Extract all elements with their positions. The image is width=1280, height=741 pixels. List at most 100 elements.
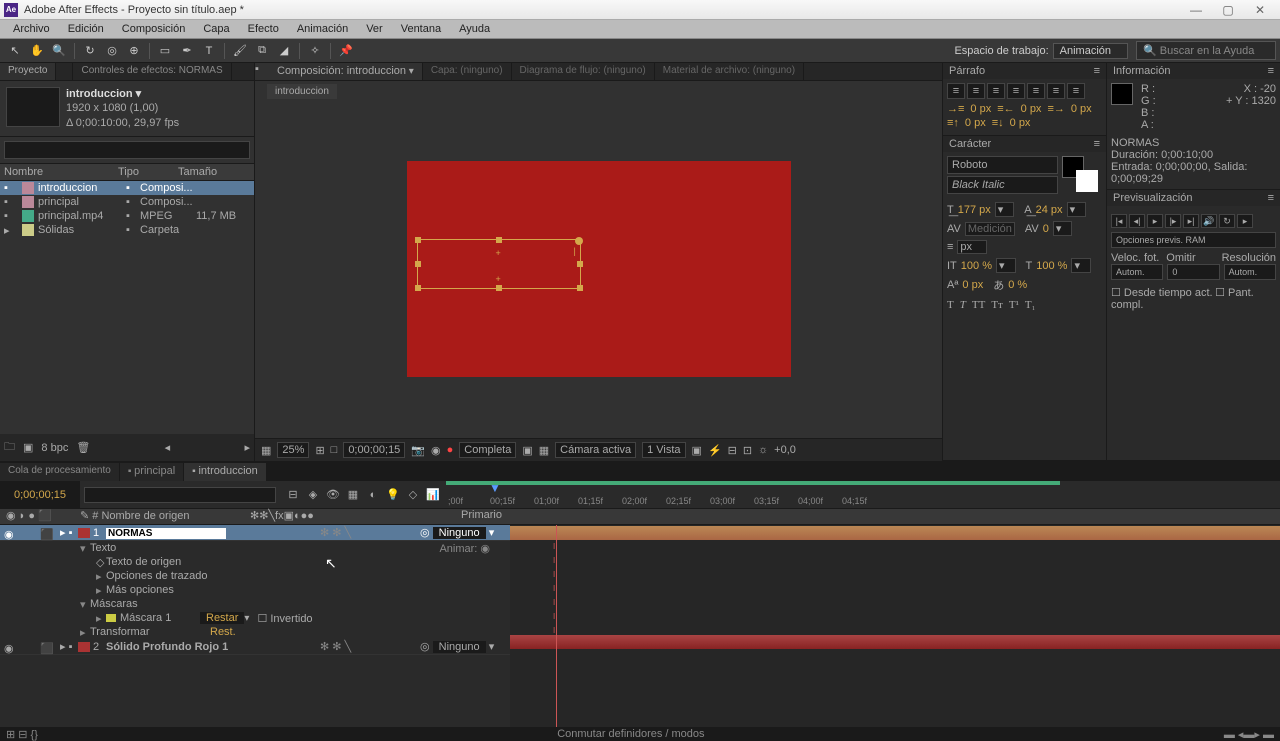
loop-button[interactable]: ↻ <box>1219 214 1235 228</box>
time-ruler[interactable]: ;00f 00;15f 01;00f 01;15f 02;00f 02;15f … <box>446 481 1280 508</box>
ram-options[interactable]: Opciones previs. RAM <box>1111 232 1276 248</box>
layer-name-input[interactable] <box>106 528 226 539</box>
font-style-dropdown[interactable]: Black Italic <box>947 176 1058 194</box>
bpc-button[interactable]: 8 bpc <box>41 442 68 454</box>
res-dropdown[interactable]: Autom. <box>1224 264 1276 280</box>
parrafo-header[interactable]: Párrafo <box>949 65 985 77</box>
menu-ventana[interactable]: Ventana <box>392 21 450 37</box>
res-icon[interactable]: ⊞ <box>315 444 324 457</box>
comp-tab-flowchart[interactable]: Diagrama de flujo: (ninguno) <box>512 63 655 80</box>
all-caps[interactable]: TT <box>972 299 985 311</box>
graph-editor-button[interactable]: 📊 <box>424 486 442 504</box>
prop-masks[interactable]: Máscaras <box>90 598 510 610</box>
prop-path-options[interactable]: Opciones de trazado <box>106 570 510 582</box>
rotation-tool[interactable]: ↻ <box>80 41 100 61</box>
comp-mini-button[interactable]: ⊟ <box>284 486 302 504</box>
info-header[interactable]: Información <box>1113 65 1170 77</box>
timeline-tab-principal[interactable]: ▪ principal <box>120 463 184 481</box>
indent-left[interactable]: 0 px <box>970 103 991 115</box>
panel-menu-icon[interactable]: ≡ <box>1094 138 1100 150</box>
font-size[interactable]: 177 px <box>958 204 991 216</box>
audio-button[interactable]: 🔊 <box>1201 214 1217 228</box>
baseline[interactable]: 0 px <box>962 279 983 291</box>
canvas[interactable]: + + | <box>407 161 791 377</box>
preview-header[interactable]: Previsualización <box>1113 192 1192 204</box>
last-frame-button[interactable]: ▸| <box>1183 214 1199 228</box>
effect-controls-tab[interactable]: Controles de efectos: NORMAS <box>73 63 231 80</box>
tracking[interactable]: 0 <box>1043 223 1049 235</box>
channel-icon[interactable]: ● <box>447 444 454 456</box>
pen-tool[interactable]: ✒ <box>177 41 197 61</box>
playhead[interactable] <box>492 481 502 508</box>
indent-first[interactable]: 0 px <box>1071 103 1092 115</box>
leading[interactable]: 24 px <box>1036 204 1063 216</box>
eraser-tool[interactable]: ◢ <box>274 41 294 61</box>
comp-breadcrumb[interactable]: introduccion <box>267 84 337 99</box>
parent-header[interactable]: Primario <box>350 509 510 524</box>
prop-source-text[interactable]: Texto de origen <box>106 556 510 568</box>
comp-tab-active[interactable]: Composición: introduccion ▾ <box>269 63 423 80</box>
parent-dropdown[interactable]: Ninguno <box>433 527 486 539</box>
transparency-icon[interactable]: ▦ <box>539 444 549 457</box>
prop-texto[interactable]: Texto <box>90 542 439 554</box>
justify-all-button[interactable]: ≡ <box>1067 83 1085 99</box>
interpret-button[interactable]: 🗀 <box>4 438 15 457</box>
space-after[interactable]: 0 px <box>1010 117 1031 129</box>
layer-bar[interactable] <box>510 526 1280 540</box>
align-right-button[interactable]: ≡ <box>987 83 1005 99</box>
zoom-tool[interactable]: 🔍 <box>49 41 69 61</box>
stroke-swatch[interactable] <box>1076 170 1098 192</box>
project-search[interactable] <box>4 141 250 159</box>
timeline-search[interactable] <box>84 487 276 503</box>
motion-blur-button[interactable]: ◐ <box>364 486 382 504</box>
menu-animacion[interactable]: Animación <box>288 21 357 37</box>
small-caps[interactable]: Tᴛ <box>991 299 1003 311</box>
comp-tab-layer[interactable]: Capa: (ninguno) <box>423 63 512 80</box>
project-list[interactable]: ▪ introduccion▪ Composi... ▪ principal▪ … <box>0 181 254 434</box>
mask-mode-dropdown[interactable]: Restar <box>200 612 244 624</box>
timeline-tab-introduccion[interactable]: ▪ introduccion <box>184 463 267 481</box>
prev-frame-button[interactable]: ◂| <box>1129 214 1145 228</box>
prop-transform[interactable]: Transformar <box>90 626 210 638</box>
brush-tool[interactable]: 🖌 <box>230 41 250 61</box>
source-name-header[interactable]: Nombre de origen <box>101 510 189 522</box>
justify-left-button[interactable]: ≡ <box>1007 83 1025 99</box>
col-type[interactable]: Tipo <box>118 166 178 178</box>
prop-more-options[interactable]: Más opciones <box>106 584 510 596</box>
project-tab-blank[interactable] <box>56 63 73 80</box>
frame-blend-button[interactable]: ▦ <box>344 486 362 504</box>
help-search[interactable]: 🔍 Buscar en la Ayuda <box>1136 41 1276 60</box>
indent-right[interactable]: 0 px <box>1021 103 1042 115</box>
menu-capa[interactable]: Capa <box>194 21 238 37</box>
layer-outline[interactable]: ◉⬛ ▸ ▪ 1 ✻ ✻ ╲ ◎ Ninguno ▾ ▾TextoAnimar:… <box>0 525 510 727</box>
menu-ver[interactable]: Ver <box>357 21 392 37</box>
render-queue-tab[interactable]: Cola de procesamiento <box>0 463 120 481</box>
minimize-button[interactable]: — <box>1180 1 1212 19</box>
col-size[interactable]: Tamaño <box>178 166 217 178</box>
exposure-icon[interactable]: ☼ <box>758 444 768 456</box>
justify-center-button[interactable]: ≡ <box>1027 83 1045 99</box>
align-center-button[interactable]: ≡ <box>967 83 985 99</box>
exposure-value[interactable]: +0,0 <box>774 444 796 456</box>
selection-tool[interactable]: ↖ <box>5 41 25 61</box>
caracter-header[interactable]: Carácter <box>949 138 991 150</box>
layer-bar[interactable] <box>510 635 1280 649</box>
timeline-icon[interactable]: ⊟ <box>728 444 737 457</box>
superscript[interactable]: T¹ <box>1009 299 1019 311</box>
ram-preview-button[interactable]: ▸ <box>1237 214 1253 228</box>
play-button[interactable]: ▸ <box>1147 214 1163 228</box>
project-tab[interactable]: Proyecto <box>0 63 56 80</box>
font-dropdown[interactable]: Roboto <box>947 156 1058 174</box>
faux-bold[interactable]: T <box>947 299 954 311</box>
project-item[interactable]: ▪ principal.mp4▪ MPEG11,7 MB <box>0 209 254 223</box>
viewport[interactable]: + + | <box>255 99 942 438</box>
justify-right-button[interactable]: ≡ <box>1047 83 1065 99</box>
pixel-icon[interactable]: ▣ <box>692 444 702 457</box>
menu-archivo[interactable]: Archivo <box>4 21 59 37</box>
project-item[interactable]: ▪ principal▪ Composi... <box>0 195 254 209</box>
kerning-dropdown[interactable]: Medición <box>965 222 1015 236</box>
text-tool[interactable]: T <box>199 41 219 61</box>
maximize-button[interactable]: ▢ <box>1212 1 1244 19</box>
faux-italic[interactable]: T <box>960 299 966 311</box>
menu-edicion[interactable]: Edición <box>59 21 113 37</box>
